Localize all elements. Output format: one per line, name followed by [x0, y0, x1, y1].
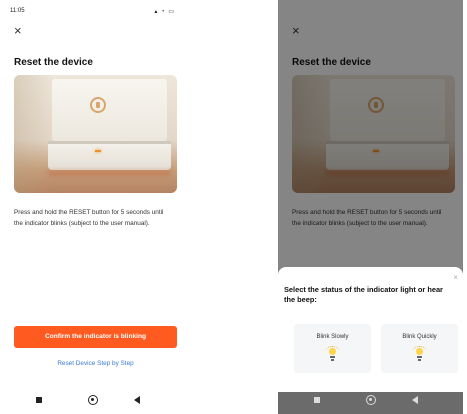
sheet-title-line2: the beep: — [284, 295, 317, 304]
device-base — [48, 144, 171, 170]
page-title: Reset the device — [14, 57, 93, 68]
reset-step-by-step-link[interactable]: Reset Device Step by Step — [14, 360, 177, 367]
status-time: 11:05 — [10, 8, 25, 14]
sheet-close-icon[interactable]: × — [453, 273, 458, 282]
confirm-blinking-button[interactable]: Confirm the indicator is blinking — [14, 326, 177, 348]
recents-icon[interactable] — [314, 397, 320, 403]
back-icon[interactable] — [412, 396, 418, 404]
system-nav-bar — [0, 392, 185, 414]
blink-quickly-option[interactable]: Blink Quickly — [381, 324, 458, 373]
status-icons: ▴ ◔ ▭ — [154, 9, 175, 15]
sheet-title: Select the status of the indicator light… — [284, 285, 463, 305]
blink-slowly-option[interactable]: Blink Slowly — [294, 324, 371, 373]
bulb-icon — [325, 346, 340, 362]
option-label: Blink Slowly — [316, 334, 349, 340]
bulb-icon — [412, 346, 427, 362]
option-label: Blink Quickly — [402, 334, 437, 340]
reset-screen: 11:05 ▴ ◔ ▭ × Reset the device Press and… — [0, 0, 185, 414]
reset-screen-with-sheet: 11:06 ▴ ◔ ▭ × Reset the device Press and… — [278, 0, 463, 414]
status-bar: 11:05 ▴ ◔ ▭ — [10, 8, 175, 18]
home-icon[interactable] — [366, 395, 376, 405]
recents-icon[interactable] — [36, 397, 42, 403]
system-nav-bar — [278, 392, 463, 414]
back-icon[interactable] — [134, 396, 140, 404]
instruction-text: Press and hold the RESET button for 5 se… — [14, 209, 164, 227]
sheet-title-line1: Select the status of the indicator light… — [284, 285, 443, 294]
device-body — [52, 79, 167, 141]
close-icon[interactable]: × — [14, 24, 22, 37]
device-photo — [14, 75, 177, 193]
home-icon[interactable] — [88, 395, 98, 405]
indicator-led — [95, 150, 101, 152]
